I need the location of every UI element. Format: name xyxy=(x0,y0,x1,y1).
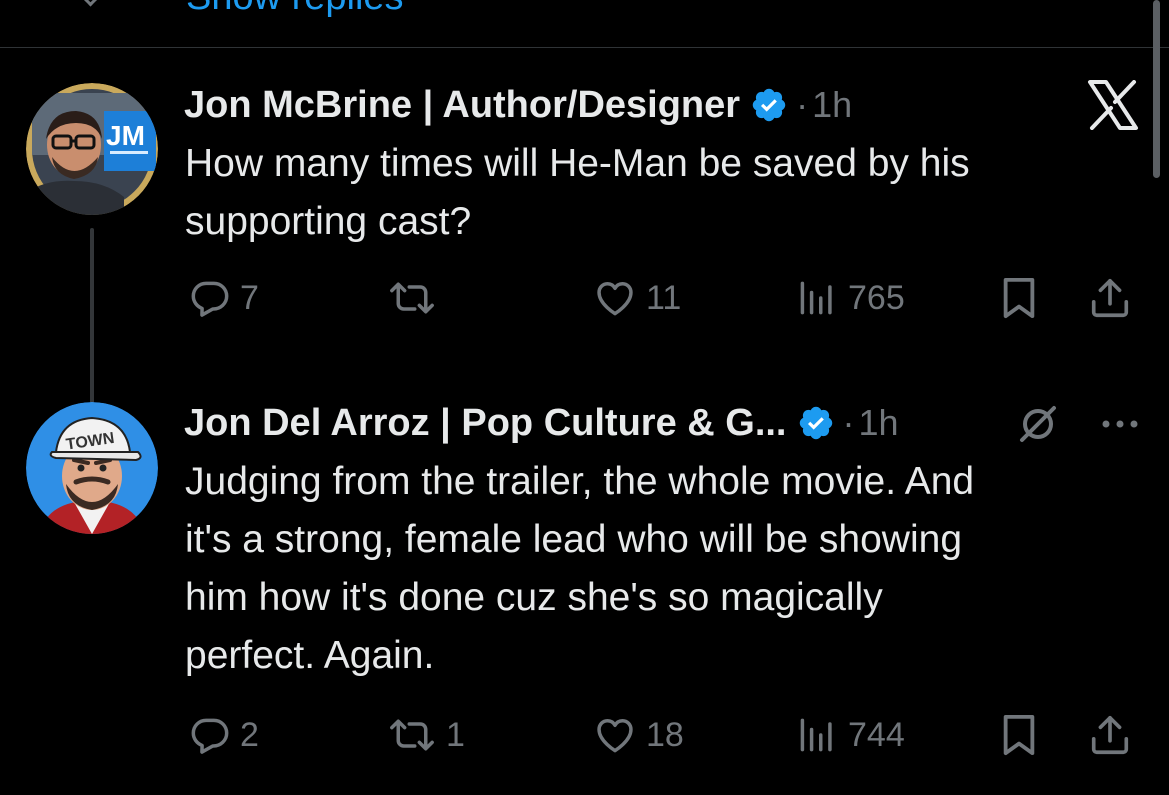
previous-tweet-strip: Show replies xyxy=(0,0,1169,48)
avatar-cartoon-icon: TOWN xyxy=(26,402,158,534)
action-bar: 7 11 765 xyxy=(0,273,1169,323)
tweet-text-line: Judging from the trailer, the whole movi… xyxy=(185,460,975,503)
tweet-text-line: perfect. Again. xyxy=(185,634,435,677)
chevron-down-icon[interactable] xyxy=(78,0,103,7)
author-name[interactable]: Jon McBrine | Author/Designer xyxy=(184,84,740,127)
verified-badge-icon[interactable] xyxy=(797,404,835,442)
reply-count: 2 xyxy=(240,715,259,754)
share-upload-icon xyxy=(1091,278,1129,318)
show-replies-link[interactable]: Show replies xyxy=(186,0,404,16)
tweet-header: Jon McBrine | Author/Designer · 1h xyxy=(184,80,852,130)
x-logo-icon xyxy=(1088,80,1138,130)
heart-icon xyxy=(597,281,633,316)
separator-dot: · xyxy=(842,402,855,443)
tweet-text-line: How many times will He-Man be saved by h… xyxy=(185,142,970,185)
avatar[interactable]: JM xyxy=(26,83,158,215)
share-button[interactable] xyxy=(1086,710,1134,760)
timestamp[interactable]: 1h xyxy=(859,402,899,444)
tweet[interactable]: TOWN Jon Del Arroz | Pop Culture & G... … xyxy=(0,388,1169,795)
reply-button[interactable]: 2 xyxy=(188,710,259,760)
share-button[interactable] xyxy=(1086,273,1134,323)
repost-button[interactable] xyxy=(386,273,446,323)
reply-bubble-icon xyxy=(191,718,229,754)
separator-dot: · xyxy=(796,84,809,125)
avatar[interactable]: TOWN xyxy=(26,402,158,534)
avatar-badge-text: JM xyxy=(106,120,145,151)
tweet-text-line: him how it's done cuz she's so magically xyxy=(185,576,883,619)
action-bar: 2 1 18 744 xyxy=(0,710,1169,760)
author-name[interactable]: Jon Del Arroz | Pop Culture & G... xyxy=(184,402,787,445)
avatar-jm-icon: JM xyxy=(26,83,158,215)
bar-chart-icon xyxy=(800,281,832,315)
views-button[interactable]: 744 xyxy=(796,710,905,760)
reply-bubble-icon xyxy=(191,281,229,317)
bookmark-icon xyxy=(1003,277,1035,319)
views-count: 744 xyxy=(848,715,905,754)
more-icon[interactable] xyxy=(1098,402,1142,446)
like-button[interactable]: 11 xyxy=(592,273,681,323)
like-count: 11 xyxy=(646,278,682,317)
timestamp[interactable]: 1h xyxy=(812,84,852,126)
views-count: 765 xyxy=(848,278,905,317)
repost-count: 1 xyxy=(446,715,465,754)
share-upload-icon xyxy=(1091,715,1129,755)
tweet-text-line: it's a strong, female lead who will be s… xyxy=(185,518,963,561)
tweet-text: Judging from the trailer, the whole movi… xyxy=(185,453,1145,685)
repost-arrows-icon xyxy=(390,719,434,751)
bookmark-button[interactable] xyxy=(998,273,1040,323)
reply-button[interactable]: 7 xyxy=(188,273,259,323)
tweet-header: Jon Del Arroz | Pop Culture & G... · 1h xyxy=(184,398,899,448)
tweet-text: How many times will He-Man be saved by h… xyxy=(185,135,1145,251)
tweet[interactable]: JM Jon McBrine | Author/Designer · 1h Ho… xyxy=(0,48,1169,436)
like-button[interactable]: 18 xyxy=(592,710,684,760)
mute-icon[interactable] xyxy=(1016,402,1060,446)
tweet-text-line: supporting cast? xyxy=(185,200,472,243)
bookmark-button[interactable] xyxy=(998,710,1040,760)
views-button[interactable]: 765 xyxy=(796,273,905,323)
like-count: 18 xyxy=(646,715,684,754)
heart-icon xyxy=(597,718,633,753)
bookmark-icon xyxy=(1003,714,1035,756)
reply-count: 7 xyxy=(240,278,259,317)
verified-badge-icon[interactable] xyxy=(750,86,788,124)
repost-button[interactable]: 1 xyxy=(386,710,465,760)
bar-chart-icon xyxy=(800,718,832,752)
repost-arrows-icon xyxy=(390,282,434,314)
